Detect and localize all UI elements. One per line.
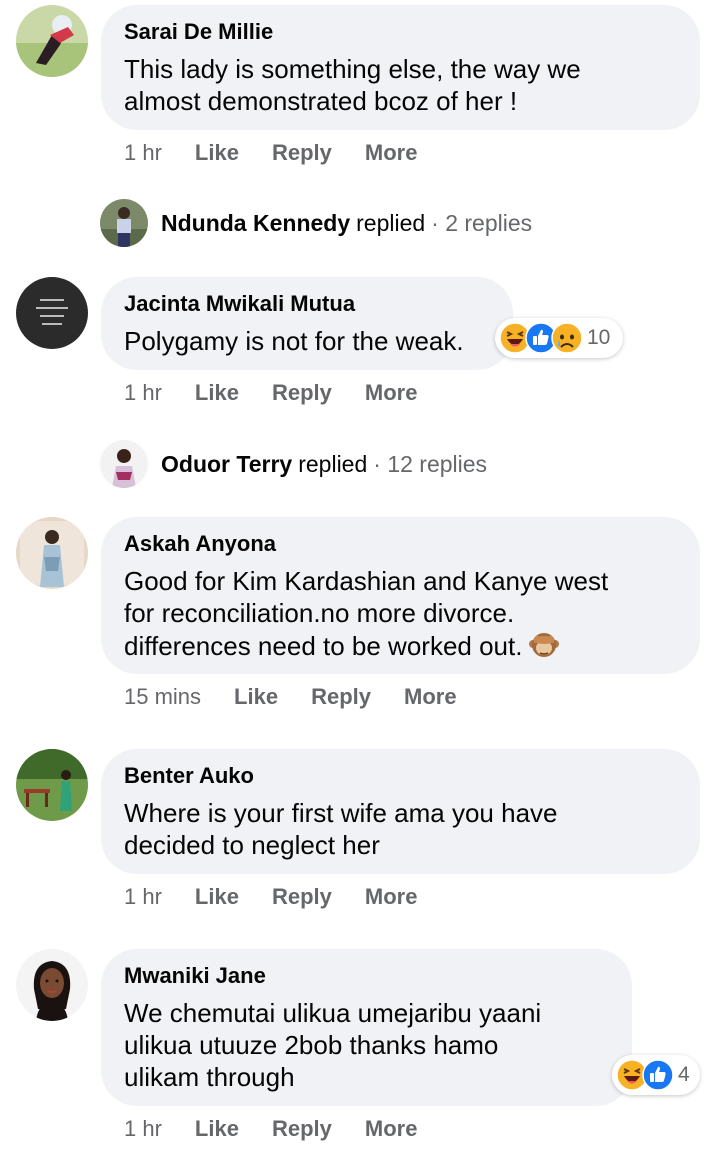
avatar[interactable] [16,5,88,77]
avatar [100,199,148,247]
comment-text-line: differences need to be worked out. [124,629,677,662]
comment-time[interactable]: 15 mins [124,684,201,710]
comment-actions: 1 hr Like Reply More [124,1116,450,1142]
comment-text: Where is your first wife ama you have de… [124,797,677,861]
comment-actions: 15 mins Like Reply More [124,684,490,710]
more-button[interactable]: More [365,884,418,910]
comment-author[interactable]: Mwaniki Jane [124,963,609,989]
comment-author[interactable]: Benter Auko [124,763,677,789]
like-button[interactable]: Like [195,380,239,406]
comment-author[interactable]: Jacinta Mwikali Mutua [124,291,490,317]
reply-button[interactable]: Reply [272,884,332,910]
reply-button[interactable]: Reply [272,140,332,166]
more-button[interactable]: More [365,1116,418,1142]
comment-time[interactable]: 1 hr [124,380,162,406]
comment-text-line: ulikam through [124,1062,295,1092]
comment-text: We chemutai ulikua umejaribu yaani uliku… [124,997,609,1093]
comment-text-line: Polygamy is not for the weak. [124,326,464,356]
like-icon [642,1059,674,1091]
reply-button[interactable]: Reply [272,1116,332,1142]
comment-bubble: Jacinta Mwikali Mutua Polygamy is not fo… [101,277,513,370]
comment-time[interactable]: 1 hr [124,1116,162,1142]
comment-text-line: almost demonstrated bcoz of her ! [124,86,518,116]
comment-text-line: decided to neglect her [124,830,380,860]
reply-verb: replied [356,209,426,236]
comment-text-line: for reconciliation.no more divorce. [124,598,515,628]
reaction-count: 4 [678,1063,690,1086]
reply-author: Ndunda Kennedy [161,209,351,236]
reaction-count: 10 [587,326,611,349]
comment-actions: 1 hr Like Reply More [124,140,450,166]
comment-author[interactable]: Sarai De Millie [124,19,677,45]
see-no-evil-monkey-icon [528,629,560,661]
avatar[interactable] [16,949,88,1021]
comment-time[interactable]: 1 hr [124,884,162,910]
reactions-summary[interactable]: 4 [612,1055,700,1095]
avatar [100,440,148,488]
comment-actions: 1 hr Like Reply More [124,380,450,406]
avatar[interactable] [16,517,88,589]
comment-text-line: We chemutai ulikua umejaribu yaani [124,998,542,1028]
like-button[interactable]: Like [195,1116,239,1142]
comment-bubble: Askah Anyona Good for Kim Kardashian and… [101,517,700,674]
comment-text-line: Good for Kim Kardashian and Kanye west [124,566,609,596]
avatar[interactable] [16,277,88,349]
view-replies-link[interactable]: Oduor Terry replied · 12 replies [100,440,487,488]
reply-button[interactable]: Reply [311,684,371,710]
comment-bubble: Benter Auko Where is your first wife ama… [101,749,700,874]
comment-text: Polygamy is not for the weak. [124,325,490,357]
avatar[interactable] [16,749,88,821]
comment-text-line: ulikua utuuze 2bob thanks hamo [124,1030,499,1060]
comment-actions: 1 hr Like Reply More [124,884,450,910]
comment-bubble: Sarai De Millie This lady is something e… [101,5,700,130]
comment-author[interactable]: Askah Anyona [124,531,677,557]
reply-count: · 2 replies [431,209,533,236]
reactions-summary[interactable]: 10 [495,318,623,358]
reply-verb: replied [298,450,368,477]
like-button[interactable]: Like [234,684,278,710]
like-button[interactable]: Like [195,884,239,910]
more-button[interactable]: More [365,140,418,166]
sad-icon [551,322,583,354]
comment-text: This lady is something else, the way we … [124,53,677,117]
more-button[interactable]: More [404,684,457,710]
reply-author: Oduor Terry [161,450,293,477]
comment-text-line: This lady is something else, the way we [124,54,581,84]
reply-button[interactable]: Reply [272,380,332,406]
comment-time[interactable]: 1 hr [124,140,162,166]
like-button[interactable]: Like [195,140,239,166]
view-replies-link[interactable]: Ndunda Kennedy replied · 2 replies [100,199,532,247]
comment-text-line: Where is your first wife ama you have [124,798,558,828]
comment-text: Good for Kim Kardashian and Kanye west f… [124,565,677,662]
reply-count: · 12 replies [373,450,488,477]
comment-text-fragment: differences need to be worked out. [124,631,523,661]
comment-bubble: Mwaniki Jane We chemutai ulikua umejarib… [101,949,632,1106]
more-button[interactable]: More [365,380,418,406]
